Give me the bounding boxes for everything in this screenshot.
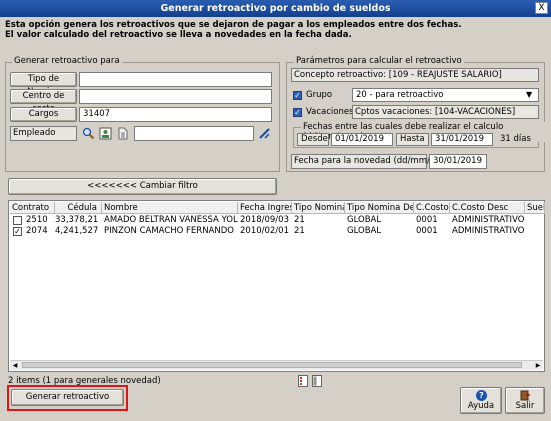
employee-table: Contrato Cédula Nombre Fecha Ingreso Tip… xyxy=(8,200,545,372)
description: Esta opción genera los retroactivos que … xyxy=(5,20,545,40)
cell-tipo-nomina: 21 xyxy=(294,215,305,225)
cell-fecha-ingreso: 2018/09/03 xyxy=(240,215,289,225)
concepto-retroactivo: Concepto retroactivo: [109 - REAJUSTE SA… xyxy=(291,68,539,82)
novedad-label: Fecha para la novedad (dd/mm/yyyy) xyxy=(291,154,453,169)
table-row[interactable]: ✓ 2074 4,241,527 PINZON CAMACHO FERNANDO… xyxy=(10,226,544,237)
deselect-all-icon[interactable] xyxy=(312,375,322,390)
row-checkbox[interactable] xyxy=(13,216,22,225)
header-sueldo[interactable]: Suelc xyxy=(525,202,545,214)
table-row[interactable]: 2510 33,378,214 AMADO BELTRAN VANESSA YO… xyxy=(10,215,544,226)
scroll-thumb[interactable] xyxy=(22,362,522,368)
header-tipo-nomina[interactable]: Tipo Nomina xyxy=(292,202,345,214)
help-icon: ? xyxy=(476,390,487,401)
cell-ccosto: 0001 xyxy=(416,226,438,236)
header-ccosto[interactable]: C.Costo xyxy=(414,202,450,214)
centro-costo-field[interactable] xyxy=(79,89,272,104)
grupo-select[interactable]: 20 - para retroactivo xyxy=(352,88,539,102)
clear-filter-icon[interactable] xyxy=(258,127,271,143)
header-nombre[interactable]: Nombre xyxy=(102,202,238,214)
grupo-label: Grupo xyxy=(306,90,333,100)
cargos-button[interactable]: Cargos xyxy=(10,107,77,122)
row-checkbox[interactable]: ✓ xyxy=(13,227,22,236)
grupo-select-value: 20 - para retroactivo xyxy=(356,90,444,100)
tipo-nomina-button[interactable]: Tipo de Nomina xyxy=(10,72,77,97)
centro-costo-button[interactable]: Centro de costo xyxy=(10,89,77,114)
hasta-label: Hasta xyxy=(396,133,429,146)
novedad-field[interactable]: 30/01/2019 xyxy=(429,154,487,169)
cell-nombre: PINZON CAMACHO FERNANDO xyxy=(104,226,234,236)
close-button[interactable]: X xyxy=(535,2,548,14)
header-tipo-nomina-desc[interactable]: Tipo Nomina Desc xyxy=(345,202,414,214)
header-contrato[interactable]: Contrato xyxy=(10,202,55,214)
cambiar-filtro-button[interactable]: <<<<<<< Cambiar filtro xyxy=(8,178,277,195)
cell-contrato: 2074 xyxy=(26,226,48,236)
cell-tipo-nomina-desc: GLOBAL xyxy=(347,215,382,225)
header-ccosto-desc[interactable]: C.Costo Desc xyxy=(450,202,525,214)
vacaciones-checkbox[interactable]: ✓ xyxy=(293,108,302,117)
desde-label: Desde xyxy=(297,133,329,146)
vacaciones-value: Cptos vacaciones: [104-VACACIONES] xyxy=(352,105,539,119)
desde-field[interactable]: 01/01/2019 xyxy=(331,133,393,146)
cell-ccosto-desc: ADMINISTRATIVOS xyxy=(452,215,525,225)
scroll-left-icon[interactable]: ◀ xyxy=(10,361,20,370)
scroll-right-icon[interactable]: ▶ xyxy=(533,361,543,370)
document-icon[interactable] xyxy=(116,127,129,143)
parametros-title: Parámetros para calcular el retroactivo xyxy=(294,56,464,66)
dias-count: 31 días xyxy=(500,134,531,144)
header-fecha-ingreso[interactable]: Fecha Ingreso xyxy=(238,202,292,214)
horizontal-scrollbar[interactable]: ◀ ▶ xyxy=(10,360,543,370)
tipo-nomina-field[interactable] xyxy=(79,72,272,87)
generar-retroactivo-button[interactable]: Generar retroactivo xyxy=(11,389,124,406)
description-line-2: El valor calculado del retroactivo se ll… xyxy=(5,30,352,40)
hasta-field[interactable]: 31/01/2019 xyxy=(431,133,493,146)
generar-para-title: Generar retroactivo para xyxy=(12,56,122,66)
cell-ccosto-desc: ADMINISTRATIVOS xyxy=(452,226,525,236)
cell-tipo-nomina-desc: GLOBAL xyxy=(347,226,382,236)
cell-cedula: 33,378,214 xyxy=(55,215,98,225)
cell-nombre: AMADO BELTRAN VANESSA YOLETH xyxy=(104,215,238,225)
salir-button[interactable]: Salir xyxy=(505,387,545,414)
salir-label: Salir xyxy=(515,401,535,411)
ayuda-label: Ayuda xyxy=(467,401,495,411)
cell-contrato: 2510 xyxy=(26,215,48,225)
header-cedula[interactable]: Cédula xyxy=(55,202,102,214)
cell-fecha-ingreso: 2010/02/01 xyxy=(240,226,289,236)
window-title: Generar retroactivo por cambio de sueldo… xyxy=(0,0,551,17)
employee-photo-icon[interactable] xyxy=(99,127,112,143)
chevron-down-icon[interactable]: ▼ xyxy=(526,90,532,99)
vacaciones-label: Vacaciones xyxy=(306,107,354,117)
search-employee-icon[interactable] xyxy=(82,127,95,143)
ayuda-button[interactable]: ? Ayuda xyxy=(460,387,502,414)
empleado-field[interactable] xyxy=(134,126,254,141)
cargos-field[interactable]: 31407 xyxy=(79,107,272,122)
cell-cedula: 4,241,527 xyxy=(55,226,98,236)
description-line-1: Esta opción genera los retroactivos que … xyxy=(5,20,462,30)
cell-ccosto: 0001 xyxy=(416,215,438,225)
grupo-checkbox[interactable]: ✓ xyxy=(293,91,302,100)
empleado-label: Empleado xyxy=(10,126,77,141)
cell-tipo-nomina: 21 xyxy=(294,226,305,236)
select-all-icon[interactable] xyxy=(298,375,308,390)
